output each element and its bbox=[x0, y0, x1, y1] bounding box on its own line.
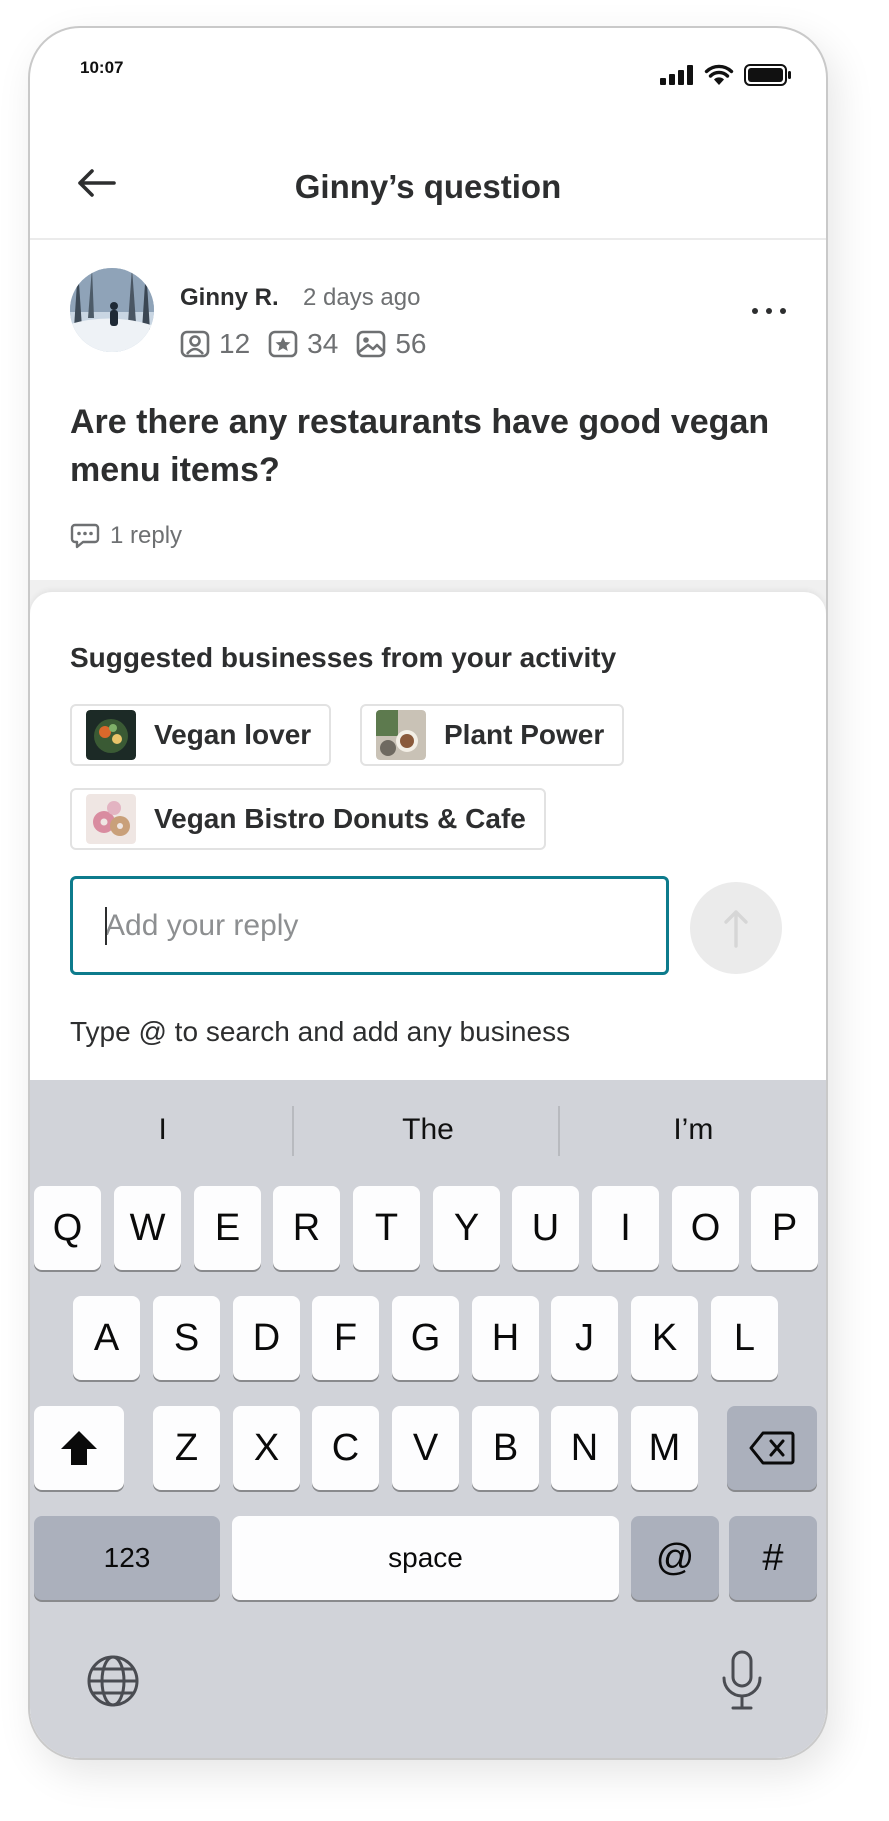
key-b[interactable]: B bbox=[472, 1406, 539, 1490]
photo-icon bbox=[357, 330, 386, 358]
key-a[interactable]: A bbox=[73, 1296, 140, 1380]
reply-input-field[interactable] bbox=[70, 876, 669, 975]
predictive-bar: I The I’m bbox=[30, 1080, 826, 1180]
business-thumbnail bbox=[86, 710, 136, 760]
avatar[interactable] bbox=[70, 268, 154, 352]
reply-count-label: 1 reply bbox=[110, 522, 183, 549]
shift-icon bbox=[61, 1431, 97, 1465]
nav-bar: Ginny’s question bbox=[30, 128, 826, 240]
wifi-icon bbox=[704, 64, 734, 85]
shift-key[interactable] bbox=[34, 1406, 124, 1490]
key-x[interactable]: X bbox=[233, 1406, 300, 1490]
reviews-stat: 34 bbox=[268, 328, 338, 360]
signal-icon bbox=[660, 65, 693, 85]
prediction-divider bbox=[558, 1106, 560, 1156]
reply-count[interactable]: 1 reply bbox=[70, 522, 182, 550]
send-button[interactable] bbox=[690, 882, 782, 974]
battery-icon bbox=[744, 64, 791, 86]
numbers-key[interactable]: 123 bbox=[34, 1516, 220, 1600]
key-p[interactable]: P bbox=[751, 1186, 818, 1270]
key-w[interactable]: W bbox=[114, 1186, 181, 1270]
key-g[interactable]: G bbox=[392, 1296, 459, 1380]
photos-stat: 56 bbox=[356, 328, 426, 360]
key-y[interactable]: Y bbox=[433, 1186, 500, 1270]
key-h[interactable]: H bbox=[472, 1296, 539, 1380]
key-n[interactable]: N bbox=[551, 1406, 618, 1490]
friends-stat: 12 bbox=[180, 328, 250, 360]
backspace-icon bbox=[749, 1431, 795, 1465]
suggestion-chip-plant-power[interactable]: Plant Power bbox=[360, 704, 625, 766]
key-l[interactable]: L bbox=[711, 1296, 778, 1380]
prediction-3[interactable]: I’m bbox=[561, 1080, 826, 1180]
key-j[interactable]: J bbox=[551, 1296, 618, 1380]
suggestion-chip-vegan-lover[interactable]: Vegan lover bbox=[70, 704, 332, 766]
review-star-icon bbox=[268, 330, 298, 358]
business-thumbnail bbox=[376, 710, 426, 760]
key-e[interactable]: E bbox=[194, 1186, 261, 1270]
key-m[interactable]: M bbox=[631, 1406, 698, 1490]
hash-key[interactable]: # bbox=[729, 1516, 817, 1600]
space-key[interactable]: space bbox=[232, 1516, 619, 1600]
keyboard: I The I’m Q W E R T Y U I O P A S D F G … bbox=[30, 1080, 826, 1758]
key-o[interactable]: O bbox=[672, 1186, 739, 1270]
reply-input[interactable] bbox=[73, 879, 666, 972]
backspace-key[interactable] bbox=[727, 1406, 817, 1490]
key-z[interactable]: Z bbox=[153, 1406, 220, 1490]
question-text: Are there any restaurants have good vega… bbox=[70, 403, 770, 489]
friends-count: 12 bbox=[219, 328, 251, 359]
key-i[interactable]: I bbox=[592, 1186, 659, 1270]
helper-text: Type @ to search and add any business bbox=[70, 1016, 571, 1047]
key-v[interactable]: V bbox=[392, 1406, 459, 1490]
key-r[interactable]: R bbox=[273, 1186, 340, 1270]
prediction-1[interactable]: I bbox=[30, 1080, 295, 1180]
globe-icon[interactable] bbox=[86, 1654, 140, 1708]
at-key[interactable]: @ bbox=[631, 1516, 719, 1600]
key-u[interactable]: U bbox=[512, 1186, 579, 1270]
page-title: Ginny’s question bbox=[294, 168, 562, 205]
arrow-up-icon bbox=[724, 910, 748, 948]
key-q[interactable]: Q bbox=[34, 1186, 101, 1270]
prediction-2[interactable]: The bbox=[295, 1080, 560, 1180]
prediction-divider bbox=[292, 1106, 294, 1156]
author-name[interactable]: Ginny R. bbox=[180, 284, 279, 312]
key-d[interactable]: D bbox=[233, 1296, 300, 1380]
chip-label: Vegan lover bbox=[154, 719, 312, 750]
post-time: 2 days ago bbox=[303, 284, 421, 311]
suggestions-heading: Suggested businesses from your activity bbox=[70, 642, 617, 673]
status-time: 10:07 bbox=[80, 58, 124, 77]
more-options-icon[interactable] bbox=[752, 308, 786, 314]
suggestion-chip-vegan-bistro[interactable]: Vegan Bistro Donuts & Cafe bbox=[70, 788, 546, 850]
key-t[interactable]: T bbox=[353, 1186, 420, 1270]
text-caret bbox=[105, 907, 107, 945]
user-stats: 12 34 56 bbox=[180, 328, 444, 360]
reviews-count: 34 bbox=[307, 328, 339, 359]
key-f[interactable]: F bbox=[312, 1296, 379, 1380]
chip-label: Vegan Bistro Donuts & Cafe bbox=[154, 803, 526, 834]
status-icons bbox=[660, 64, 792, 86]
photos-count: 56 bbox=[395, 328, 427, 359]
business-thumbnail bbox=[86, 794, 136, 844]
key-k[interactable]: K bbox=[631, 1296, 698, 1380]
microphone-icon[interactable] bbox=[720, 1650, 764, 1710]
key-c[interactable]: C bbox=[312, 1406, 379, 1490]
friends-icon bbox=[180, 330, 210, 358]
phone-frame: 10:07 Ginny’s question Ginny R. 2 days a… bbox=[28, 26, 828, 1760]
chip-label: Plant Power bbox=[444, 719, 605, 750]
key-s[interactable]: S bbox=[153, 1296, 220, 1380]
comment-icon bbox=[70, 523, 100, 549]
